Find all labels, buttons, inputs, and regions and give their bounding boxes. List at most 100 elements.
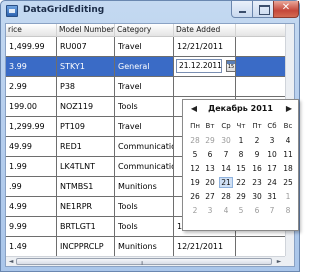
- table-row[interactable]: 1,499.99 RU007 Travel 12/21/2011: [6, 37, 285, 57]
- cell-price[interactable]: 9.99: [6, 217, 57, 236]
- calendar-day[interactable]: 3: [203, 205, 217, 216]
- cell-date-added[interactable]: [174, 77, 236, 96]
- scroll-left-arrow-icon[interactable]: ◄: [7, 258, 15, 266]
- calendar-day[interactable]: 28: [188, 135, 202, 146]
- table-row[interactable]: 1.49 INCPPRCLP Munitions 12/21/2011: [6, 237, 285, 256]
- date-picker-input[interactable]: 21.12.2011: [176, 59, 222, 73]
- calendar-day[interactable]: 4: [281, 135, 295, 146]
- calendar-day[interactable]: 18: [281, 163, 295, 174]
- calendar-day[interactable]: 14: [219, 163, 233, 174]
- calendar-day[interactable]: 5: [188, 149, 202, 160]
- calendar-day[interactable]: 5: [234, 205, 248, 216]
- calendar-day[interactable]: 12: [188, 163, 202, 174]
- cell-model-number[interactable]: STKY1: [57, 57, 115, 76]
- cell-price[interactable]: 199.00: [6, 97, 57, 116]
- minimize-button[interactable]: [231, 1, 253, 18]
- cell-category[interactable]: Tools: [115, 217, 174, 236]
- cell-model-number[interactable]: NOZ119: [57, 97, 115, 116]
- cell-model-number[interactable]: P38: [57, 77, 115, 96]
- calendar-day[interactable]: 30: [250, 191, 264, 202]
- cell-price[interactable]: 1.99: [6, 157, 57, 176]
- cell-category[interactable]: Tools: [115, 97, 174, 116]
- calendar-day[interactable]: 11: [281, 149, 295, 160]
- cell-model-number[interactable]: PT109: [57, 117, 115, 136]
- calendar-day[interactable]: 20: [203, 177, 217, 188]
- calendar-day[interactable]: 8: [234, 149, 248, 160]
- cell-price[interactable]: 1,499.99: [6, 37, 57, 56]
- cell-price[interactable]: .99: [6, 177, 57, 196]
- cell-model-number[interactable]: NE1RPR: [57, 197, 115, 216]
- column-header-category[interactable]: Category: [115, 24, 174, 37]
- scroll-right-arrow-icon[interactable]: ►: [275, 258, 283, 266]
- cell-category[interactable]: Travel: [115, 37, 174, 56]
- calendar-day[interactable]: 1: [281, 191, 295, 202]
- cell-price[interactable]: 1.49: [6, 237, 57, 256]
- calendar-day[interactable]: 21: [219, 177, 233, 188]
- cell-model-number[interactable]: RU007: [57, 37, 115, 56]
- calendar-day[interactable]: 17: [265, 163, 279, 174]
- calendar-icon[interactable]: 15: [226, 60, 235, 72]
- column-header-date-added[interactable]: Date Added: [174, 24, 236, 37]
- calendar-day[interactable]: 1: [234, 135, 248, 146]
- cell-date-added[interactable]: 12/21/2011: [174, 37, 236, 56]
- calendar-day[interactable]: 15: [234, 163, 248, 174]
- cell-category[interactable]: Munitions: [115, 237, 174, 256]
- calendar-day[interactable]: 10: [265, 149, 279, 160]
- cell-category[interactable]: Munitions: [115, 177, 174, 196]
- calendar-day[interactable]: 9: [250, 149, 264, 160]
- cell-price[interactable]: 3.99: [6, 57, 57, 76]
- title-bar[interactable]: DataGridEditing ✕: [1, 1, 299, 23]
- calendar-day[interactable]: 6: [250, 205, 264, 216]
- column-header-price[interactable]: rice: [6, 24, 57, 37]
- cell-date-added[interactable]: 12/21/2011: [174, 237, 236, 256]
- cell-category[interactable]: Travel: [115, 117, 174, 136]
- cell-model-number[interactable]: LK4TLNT: [57, 157, 115, 176]
- calendar-day[interactable]: 2: [250, 135, 264, 146]
- cell-date-added[interactable]: 21.12.2011 15: [174, 57, 236, 76]
- next-month-icon[interactable]: ▶: [284, 104, 294, 113]
- cell-category[interactable]: Tools: [115, 197, 174, 216]
- calendar-day[interactable]: 13: [203, 163, 217, 174]
- cell-model-number[interactable]: INCPPRCLP: [57, 237, 115, 256]
- calendar-day[interactable]: 3: [265, 135, 279, 146]
- calendar-day[interactable]: 7: [265, 205, 279, 216]
- close-button[interactable]: ✕: [273, 1, 299, 18]
- calendar-day[interactable]: 19: [188, 177, 202, 188]
- table-row[interactable]: 3.99 STKY1 General 21.12.2011 15: [6, 57, 285, 77]
- calendar-day[interactable]: 23: [250, 177, 264, 188]
- horizontal-scrollbar[interactable]: ◄ ⦀ ►: [6, 256, 285, 267]
- table-row[interactable]: 2.99 P38 Travel: [6, 77, 285, 97]
- calendar-day[interactable]: 25: [281, 177, 295, 188]
- calendar-day[interactable]: 8: [281, 205, 295, 216]
- calendar-day[interactable]: 4: [219, 205, 233, 216]
- calendar-day[interactable]: 31: [265, 191, 279, 202]
- cell-price[interactable]: 1,299.99: [6, 117, 57, 136]
- calendar-day[interactable]: 2: [188, 205, 202, 216]
- calendar-day[interactable]: 28: [219, 191, 233, 202]
- cell-price[interactable]: 4.99: [6, 197, 57, 216]
- calendar-day[interactable]: 6: [203, 149, 217, 160]
- cell-price[interactable]: 2.99: [6, 77, 57, 96]
- calendar-day[interactable]: 22: [234, 177, 248, 188]
- cell-model-number[interactable]: RED1: [57, 137, 115, 156]
- calendar-day[interactable]: 27: [203, 191, 217, 202]
- maximize-button[interactable]: [252, 1, 274, 18]
- cell-category[interactable]: Communications: [115, 137, 174, 156]
- cell-category[interactable]: Communications: [115, 157, 174, 176]
- cell-category[interactable]: General: [115, 57, 174, 76]
- calendar-day[interactable]: 24: [265, 177, 279, 188]
- calendar-day[interactable]: 30: [219, 135, 233, 146]
- cell-model-number[interactable]: NTMBS1: [57, 177, 115, 196]
- cell-category[interactable]: Travel: [115, 77, 174, 96]
- calendar-day[interactable]: 29: [234, 191, 248, 202]
- horizontal-scroll-thumb[interactable]: ⦀: [16, 258, 272, 267]
- column-header-model-number[interactable]: Model Number: [57, 24, 115, 37]
- calendar-day[interactable]: 29: [203, 135, 217, 146]
- close-icon: ✕: [281, 2, 291, 13]
- cell-model-number[interactable]: BRTLGT1: [57, 217, 115, 236]
- calendar-day[interactable]: 16: [250, 163, 264, 174]
- calendar-day[interactable]: 26: [188, 191, 202, 202]
- calendar-month-title[interactable]: Декабрь 2011: [183, 104, 298, 113]
- calendar-day[interactable]: 7: [219, 149, 233, 160]
- cell-price[interactable]: 49.99: [6, 137, 57, 156]
